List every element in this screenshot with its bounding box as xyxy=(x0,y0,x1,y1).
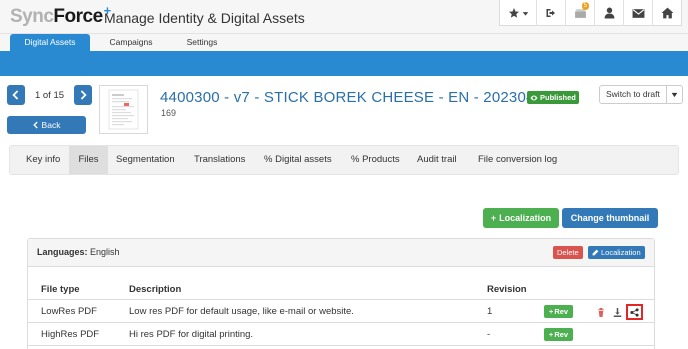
top-icon-group: 5 xyxy=(499,0,682,26)
back-button-label: Back xyxy=(41,120,61,130)
delete-language-button[interactable]: Delete xyxy=(553,246,583,259)
logo-sync-text: Sync xyxy=(10,6,54,27)
main-nav: Digital Assets Campaigns Settings xyxy=(0,34,688,76)
languages-panel: Languages: English Delete Localization F… xyxy=(27,238,655,349)
caret-down-icon xyxy=(671,92,678,97)
subtab-translations[interactable]: Translations xyxy=(194,146,245,174)
asset-id: 169 xyxy=(161,108,177,118)
link-icon: % xyxy=(264,154,273,165)
column-header-file-type: File type xyxy=(41,284,80,295)
tab-digital-assets[interactable]: Digital Assets xyxy=(10,34,90,51)
download-icon xyxy=(613,307,621,317)
subtab-digital-assets-label: Digital assets xyxy=(275,154,332,165)
subtab-files-label: Files xyxy=(78,154,99,165)
add-revision-button[interactable]: + Rev xyxy=(544,305,573,318)
row-divider xyxy=(28,345,654,346)
sign-out-icon xyxy=(546,9,555,17)
switch-dropdown-toggle[interactable] xyxy=(667,86,682,103)
share-file-button[interactable] xyxy=(626,304,643,320)
star-icon xyxy=(508,8,519,18)
asset-title: 4400300 - v7 - STICK BOREK CHEESE - EN -… xyxy=(160,89,552,106)
languages-panel-header: Languages: English Delete Localization xyxy=(28,239,654,267)
switch-to-draft-button[interactable]: Switch to draft xyxy=(599,85,683,104)
tasks-count-badge: 5 xyxy=(581,2,589,10)
column-header-description: Description xyxy=(129,284,182,295)
subtab-file-conversion-log[interactable]: File conversion log xyxy=(478,146,557,174)
logo-force-text: Force xyxy=(53,6,103,27)
download-file-button[interactable] xyxy=(611,306,623,318)
languages-label: Languages: English xyxy=(37,247,120,257)
chevron-left-icon xyxy=(32,121,38,129)
edit-localization-label: Localization xyxy=(601,248,641,257)
switch-to-draft-label[interactable]: Switch to draft xyxy=(600,86,667,103)
nav-blue-bar xyxy=(0,51,688,76)
subtab-digital-assets[interactable]: % Digital assets xyxy=(264,146,332,174)
description-cell: Low res PDF for default usage, like e-ma… xyxy=(129,306,354,317)
file-type-cell: HighRes PDF xyxy=(41,329,100,340)
description-cell: Hi res PDF for digital printing. xyxy=(129,329,254,340)
back-button[interactable]: Back xyxy=(7,116,86,134)
add-localization-button[interactable]: + Localization xyxy=(483,208,559,228)
subtab-products-label: Products xyxy=(362,154,400,165)
syncforce-logo[interactable]: SyncForce+ xyxy=(10,3,111,28)
pager-position: 1 of 15 xyxy=(34,89,65,101)
chevron-right-icon xyxy=(80,90,87,100)
change-thumbnail-button[interactable]: Change thumbnail xyxy=(562,208,658,228)
envelope-icon xyxy=(632,8,644,18)
revision-cell: - xyxy=(487,329,491,340)
home-button[interactable] xyxy=(652,0,681,26)
link-icon: % xyxy=(351,154,360,165)
header-divider xyxy=(28,299,654,300)
add-revision-label: Rev xyxy=(554,330,569,339)
pencil-icon xyxy=(592,249,599,256)
subtab-segmentation[interactable]: Segmentation xyxy=(116,146,175,174)
row-divider xyxy=(28,322,654,323)
top-bar: SyncForce+ Manage Identity & Digital Ass… xyxy=(0,0,688,34)
messages-button[interactable] xyxy=(623,0,652,26)
home-icon xyxy=(661,7,673,19)
plus-icon: + xyxy=(548,307,554,316)
edit-localization-button[interactable]: Localization xyxy=(588,246,645,259)
column-header-revision: Revision xyxy=(487,284,527,295)
asset-thumbnail[interactable] xyxy=(99,85,148,134)
delete-file-button[interactable] xyxy=(595,306,607,318)
eye-icon xyxy=(530,95,538,100)
plus-icon: + xyxy=(490,213,497,223)
add-revision-button[interactable]: + Rev xyxy=(544,328,573,341)
previous-asset-button[interactable] xyxy=(7,85,25,105)
tasks-button[interactable]: 5 xyxy=(565,0,594,26)
status-badge-label: Published xyxy=(540,93,576,102)
languages-label-key: Languages: xyxy=(37,247,88,257)
user-profile-button[interactable] xyxy=(594,0,623,26)
favorites-menu-button[interactable] xyxy=(500,0,536,26)
add-revision-label: Rev xyxy=(554,307,569,316)
user-icon xyxy=(604,7,614,19)
document-preview-icon xyxy=(108,89,139,130)
subtab-audit-trail[interactable]: Audit trail xyxy=(417,146,457,174)
tab-campaigns[interactable]: Campaigns xyxy=(96,34,166,51)
app-title: Manage Identity & Digital Assets xyxy=(104,10,305,26)
trash-icon xyxy=(598,307,604,317)
share-icon xyxy=(630,307,639,317)
caret-down-icon xyxy=(522,11,528,16)
status-badge: Published xyxy=(527,91,579,104)
subtab-files[interactable]: Files xyxy=(69,146,108,174)
next-asset-button[interactable] xyxy=(74,85,92,105)
asset-pager: 1 of 15 xyxy=(7,85,92,105)
languages-value: English xyxy=(90,247,120,257)
add-localization-label: Localization xyxy=(499,213,552,223)
chevron-left-icon xyxy=(12,90,19,100)
sign-out-button[interactable] xyxy=(536,0,565,26)
asset-subtabs: Key info Files Segmentation Translations… xyxy=(9,145,679,175)
tab-settings[interactable]: Settings xyxy=(176,34,228,51)
plus-icon: + xyxy=(548,330,554,339)
revision-cell: 1 xyxy=(487,306,493,317)
file-type-cell: LowRes PDF xyxy=(41,306,97,317)
subtab-key-info[interactable]: Key info xyxy=(26,146,60,174)
subtab-products[interactable]: % Products xyxy=(351,146,400,174)
